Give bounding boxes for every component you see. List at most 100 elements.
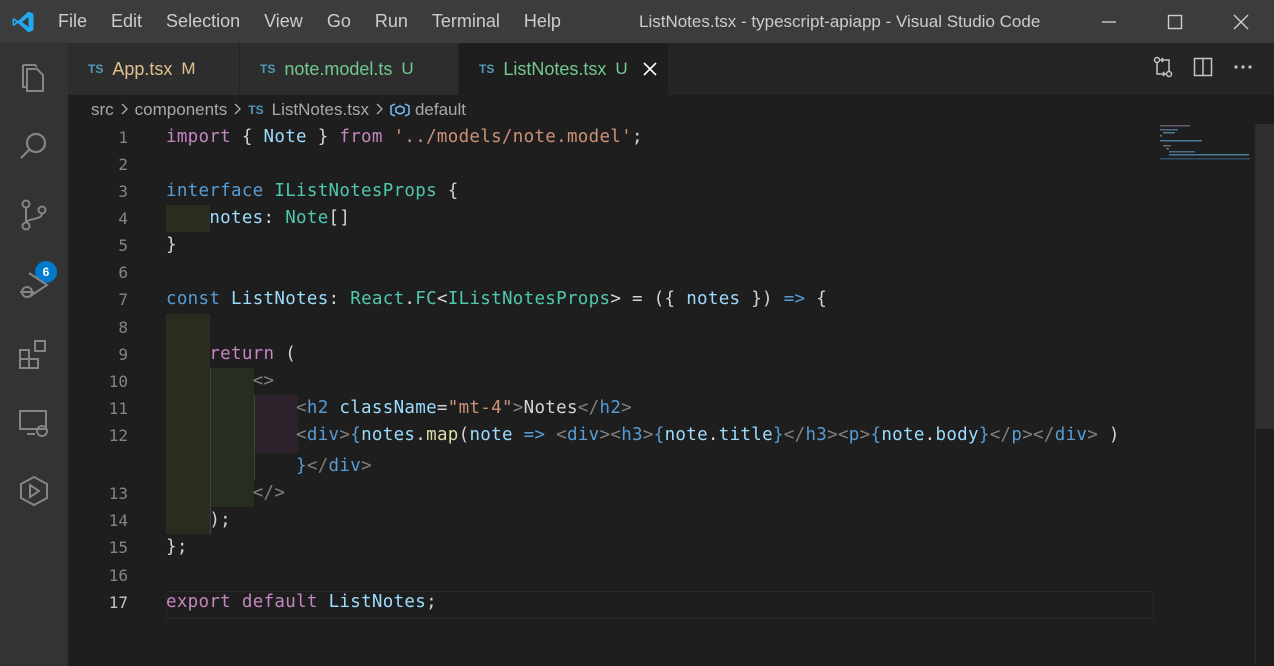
code-line: 17 export default ListNotes; xyxy=(68,589,1158,616)
window-controls xyxy=(1076,0,1274,43)
typescript-file-icon: TS xyxy=(479,62,495,76)
line-number: 8 xyxy=(118,318,128,337)
tab-status: M xyxy=(181,59,196,78)
code-text: } xyxy=(166,235,177,255)
code-line: 11 <h2 className="mt-4">Notes</h2> xyxy=(68,395,1158,422)
split-editor-icon[interactable] xyxy=(1192,56,1214,83)
code-line: 2 xyxy=(68,151,1158,178)
line-number: 1 xyxy=(118,128,128,147)
code-line: 12 <div>{notes.map(note => <div><h3>{not… xyxy=(68,422,1158,449)
vscode-logo-icon xyxy=(0,0,46,43)
breadcrumb-item-components[interactable]: components xyxy=(135,100,228,120)
breadcrumb-item-src[interactable]: src xyxy=(91,100,114,120)
line-number: 16 xyxy=(108,566,128,585)
close-tab-icon[interactable] xyxy=(640,59,660,79)
code-line: 9 return ( xyxy=(68,341,1158,368)
line-number: 9 xyxy=(118,345,128,364)
typescript-file-icon: TS xyxy=(88,62,104,76)
remote-explorer-icon[interactable] xyxy=(0,393,68,453)
menu-run[interactable]: Run xyxy=(363,0,420,43)
open-changes-icon[interactable] xyxy=(1152,56,1174,83)
source-control-icon[interactable] xyxy=(0,185,68,245)
activity-bar: 6 xyxy=(0,43,68,666)
code-line: 10 <> xyxy=(68,368,1158,395)
minimize-icon[interactable] xyxy=(1076,0,1142,43)
code-text: interface IListNotesProps { xyxy=(166,181,459,201)
search-icon[interactable] xyxy=(0,116,68,176)
menu-edit[interactable]: Edit xyxy=(99,0,154,43)
breadcrumb: src components TS ListNotes.tsx default xyxy=(91,97,466,123)
tab-status: U xyxy=(401,59,414,78)
code-line: 7 const ListNotes: React.FC<IListNotesPr… xyxy=(68,286,1158,313)
tab-app-tsx[interactable]: TS App.tsx M xyxy=(68,43,240,95)
tab-label: ListNotes.tsx xyxy=(503,58,607,79)
line-number: 13 xyxy=(108,484,128,503)
tab-note-model-ts[interactable]: TS note.model.ts U xyxy=(240,43,459,95)
menu-selection[interactable]: Selection xyxy=(154,0,252,43)
line-number: 14 xyxy=(108,511,128,530)
typescript-file-icon: TS xyxy=(248,103,264,117)
line-number: 4 xyxy=(118,209,128,228)
close-icon[interactable] xyxy=(1208,0,1274,43)
tab-listnotes-tsx[interactable]: TS ListNotes.tsx U xyxy=(459,43,669,95)
code-text: import { Note } from '../models/note.mod… xyxy=(166,127,643,147)
explorer-icon[interactable] xyxy=(0,48,68,108)
run-debug-icon[interactable] xyxy=(0,255,68,315)
line-number: 12 xyxy=(108,426,128,445)
live-share-icon[interactable] xyxy=(0,461,68,521)
maximize-icon[interactable] xyxy=(1142,0,1208,43)
editor-tab-bar: TS App.tsx M TS note.model.ts U TS ListN… xyxy=(68,43,1274,95)
code-text: </> xyxy=(252,483,286,503)
code-line: 5 } xyxy=(68,232,1158,259)
editor-scrollbar[interactable] xyxy=(1255,124,1274,666)
line-number: 6 xyxy=(118,263,128,282)
code-text: }; xyxy=(166,537,188,557)
code-text: ); xyxy=(166,510,232,530)
menu-view[interactable]: View xyxy=(252,0,315,43)
code-line: 3 interface IListNotesProps { xyxy=(68,178,1158,205)
code-line: 8 xyxy=(68,314,1158,341)
menu-go[interactable]: Go xyxy=(315,0,363,43)
line-number: 15 xyxy=(108,538,128,557)
menu-file[interactable]: File xyxy=(46,0,99,43)
breadcrumb-item-symbol[interactable]: default xyxy=(415,100,466,120)
code-line: 16 xyxy=(68,562,1158,589)
line-number: 17 xyxy=(108,593,128,612)
minimap[interactable] xyxy=(1160,124,1250,164)
code-line: 15 }; xyxy=(68,534,1158,561)
tab-label: note.model.ts xyxy=(284,58,393,79)
line-number: 5 xyxy=(118,236,128,255)
breadcrumb-item-file[interactable]: ListNotes.tsx xyxy=(272,100,369,120)
line-number: 7 xyxy=(118,290,128,309)
line-number: 11 xyxy=(108,399,128,418)
menu-terminal[interactable]: Terminal xyxy=(420,0,512,43)
more-actions-icon[interactable] xyxy=(1232,56,1254,83)
code-text: <h2 className="mt-4">Notes</h2> xyxy=(296,398,632,418)
editor-actions xyxy=(1152,43,1254,95)
line-number: 2 xyxy=(118,155,128,174)
code-text: export default ListNotes; xyxy=(166,592,437,612)
code-line: 4 notes: Note[] xyxy=(68,205,1158,232)
code-line: }</div> xyxy=(68,453,1158,480)
code-line: 1 import { Note } from '../models/note.m… xyxy=(68,124,1158,151)
code-text: }</div> xyxy=(296,456,372,476)
code-editor[interactable]: 1 import { Note } from '../models/note.m… xyxy=(68,124,1274,666)
symbol-variable-icon xyxy=(390,102,410,118)
window-title: ListNotes.tsx - typescript-apiapp - Visu… xyxy=(639,12,1041,31)
tab-status: U xyxy=(615,59,628,78)
line-number: 10 xyxy=(108,372,128,391)
code-line: 14 ); xyxy=(68,507,1158,534)
code-line: 13 </> xyxy=(68,480,1158,507)
tab-label: App.tsx xyxy=(112,58,173,79)
code-text: notes: Note[] xyxy=(209,208,351,228)
code-text: <div>{notes.map(note => <div><h3>{note.t… xyxy=(296,425,1120,445)
scrollbar-thumb[interactable] xyxy=(1256,124,1274,429)
chevron-right-icon xyxy=(375,100,384,120)
chevron-right-icon xyxy=(120,100,129,120)
code-line: 6 xyxy=(68,259,1158,286)
menu-bar: File Edit Selection View Go Run Terminal… xyxy=(46,0,573,43)
title-bar: File Edit Selection View Go Run Terminal… xyxy=(0,0,1274,43)
extensions-icon[interactable] xyxy=(0,324,68,384)
code-text: <> xyxy=(252,371,275,391)
line-number: 3 xyxy=(118,182,128,201)
